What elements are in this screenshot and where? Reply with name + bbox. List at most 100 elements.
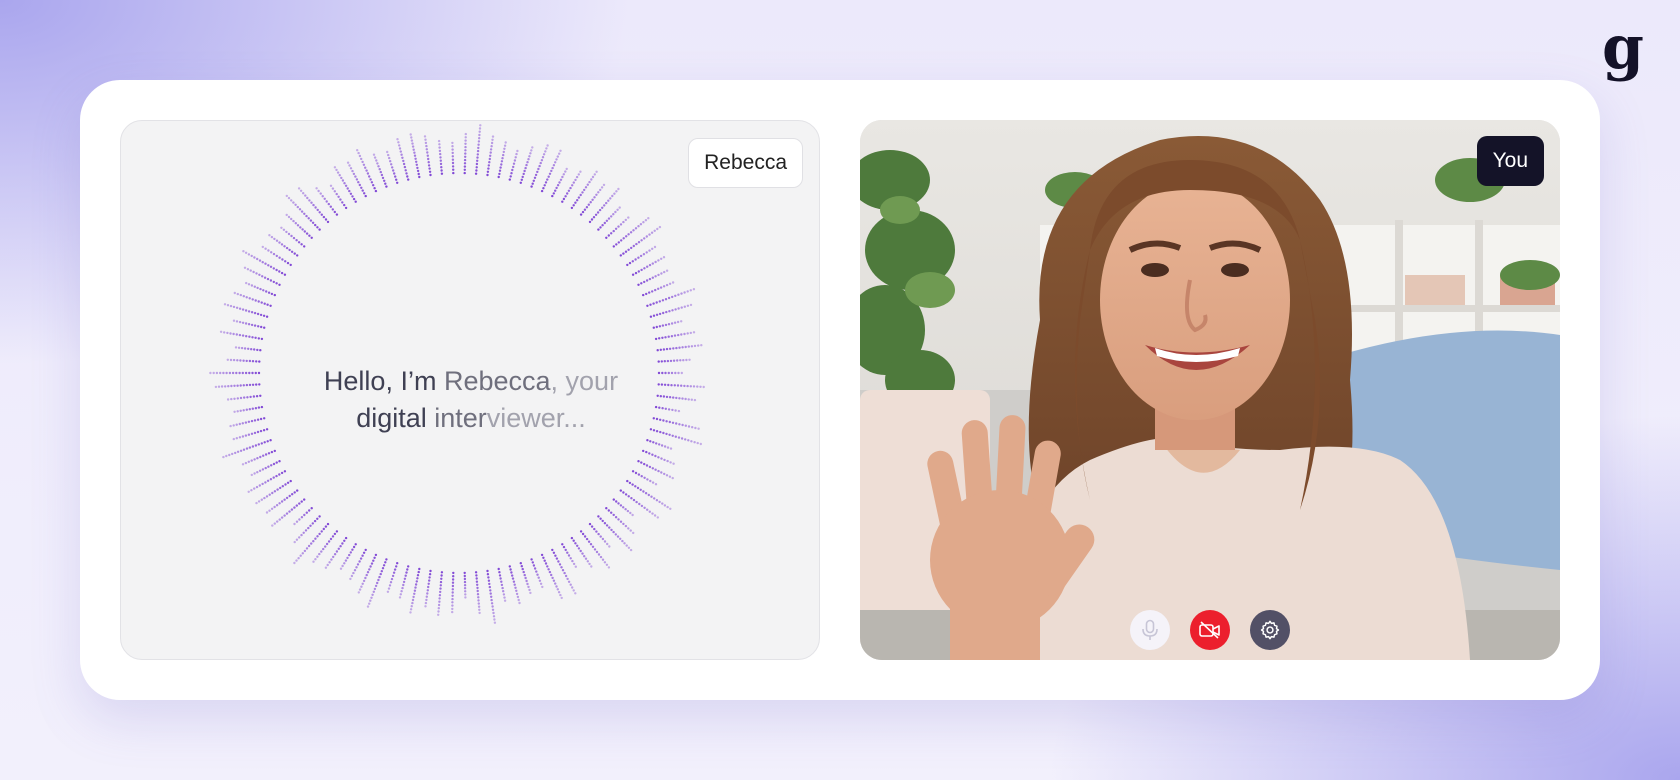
waveform-dot	[486, 569, 489, 573]
waveform-dot	[638, 502, 641, 506]
waveform-dot	[267, 249, 270, 252]
waveform-dot	[242, 250, 245, 253]
waveform-dot	[488, 582, 491, 586]
waveform-dot	[526, 161, 529, 164]
waveform-dot	[477, 596, 480, 599]
waveform-dot	[255, 485, 259, 489]
waveform-dot	[690, 345, 694, 348]
waveform-dot	[519, 562, 522, 565]
waveform-dot	[510, 172, 513, 175]
waveform-dot	[478, 127, 482, 130]
waveform-dot	[579, 549, 582, 553]
waveform-dot	[464, 590, 467, 593]
waveform-dot	[427, 164, 431, 167]
waveform-dot	[660, 272, 663, 275]
waveform-dot	[597, 191, 600, 194]
waveform-dot	[439, 580, 443, 584]
waveform-dot	[312, 560, 315, 563]
waveform-dot	[627, 527, 630, 530]
waveform-dot	[635, 242, 638, 246]
waveform-dot	[263, 441, 266, 444]
waveform-dot	[498, 574, 502, 577]
waveform-dot	[404, 574, 407, 577]
waveform-dot	[581, 210, 585, 214]
waveform-dot	[427, 157, 430, 161]
waveform-dot	[537, 167, 540, 171]
waveform-dot	[362, 551, 366, 554]
waveform-dot	[595, 193, 598, 196]
waveform-dot	[679, 359, 682, 362]
waveform-dot	[530, 558, 533, 561]
waveform-dot	[677, 333, 680, 337]
waveform-dot	[339, 567, 343, 570]
waveform-dot	[463, 580, 467, 584]
waveform-dot	[699, 385, 702, 388]
microphone-button[interactable]	[1130, 610, 1170, 650]
waveform-dot	[685, 358, 688, 362]
waveform-dot	[232, 305, 236, 309]
waveform-dot	[597, 553, 601, 556]
waveform-dot	[511, 577, 515, 580]
waveform-dot	[249, 269, 252, 272]
waveform-dot	[239, 396, 243, 400]
interviewer-panel: Rebecca Hello, I’m Rebecca, your digital …	[120, 120, 820, 660]
waveform-dot	[572, 204, 575, 207]
waveform-dot	[235, 423, 238, 426]
waveform-dot	[278, 502, 281, 505]
waveform-dot	[603, 522, 607, 525]
waveform-dot	[590, 178, 593, 181]
waveform-dot	[499, 166, 502, 169]
waveform-dot	[269, 478, 273, 481]
waveform-dot	[475, 169, 478, 172]
waveform-dot	[275, 504, 279, 507]
waveform-dot	[389, 581, 393, 584]
waveform-dot	[500, 160, 504, 163]
waveform-dot	[690, 440, 693, 443]
waveform-dot	[275, 254, 278, 258]
waveform-dot	[640, 239, 643, 242]
waveform-dot	[515, 592, 519, 596]
waveform-dot	[272, 280, 275, 284]
waveform-dot	[300, 533, 303, 537]
waveform-dot	[678, 397, 681, 400]
waveform-dot	[239, 409, 242, 412]
waveform-dot	[327, 202, 330, 206]
waveform-dot	[463, 168, 466, 171]
waveform-dot	[247, 283, 251, 286]
waveform-dot	[256, 348, 259, 352]
waveform-dot	[294, 222, 297, 225]
waveform-dot	[503, 144, 507, 147]
waveform-dot	[577, 173, 580, 176]
waveform-dot	[319, 192, 322, 195]
waveform-dot	[498, 172, 501, 176]
waveform-dot	[546, 178, 549, 181]
waveform-dot	[268, 509, 271, 512]
waveform-dot	[560, 566, 563, 569]
waveform-dot	[264, 481, 267, 484]
waveform-dot	[649, 479, 652, 483]
waveform-dot	[354, 543, 357, 546]
waveform-dot	[584, 557, 588, 560]
waveform-dot	[309, 524, 312, 527]
waveform-dot	[451, 148, 454, 151]
waveform-dot	[614, 516, 618, 519]
waveform-dot	[540, 159, 544, 162]
waveform-dot	[243, 347, 247, 350]
waveform-dot	[597, 515, 600, 518]
waveform-dot	[558, 181, 561, 184]
camera-toggle-button[interactable]	[1190, 610, 1230, 650]
waveform-dot	[254, 371, 257, 375]
waveform-dot	[253, 256, 256, 259]
waveform-dot	[671, 281, 675, 284]
waveform-dot	[512, 165, 515, 169]
settings-button[interactable]	[1250, 610, 1290, 650]
waveform-dot	[630, 497, 633, 500]
waveform-dot	[508, 565, 511, 568]
waveform-dot	[655, 442, 658, 445]
waveform-dot	[253, 419, 257, 422]
waveform-dot	[247, 433, 251, 436]
waveform-dot	[440, 577, 443, 580]
waveform-dot	[405, 571, 408, 574]
waveform-dot	[639, 254, 643, 258]
waveform-dot	[283, 498, 286, 501]
